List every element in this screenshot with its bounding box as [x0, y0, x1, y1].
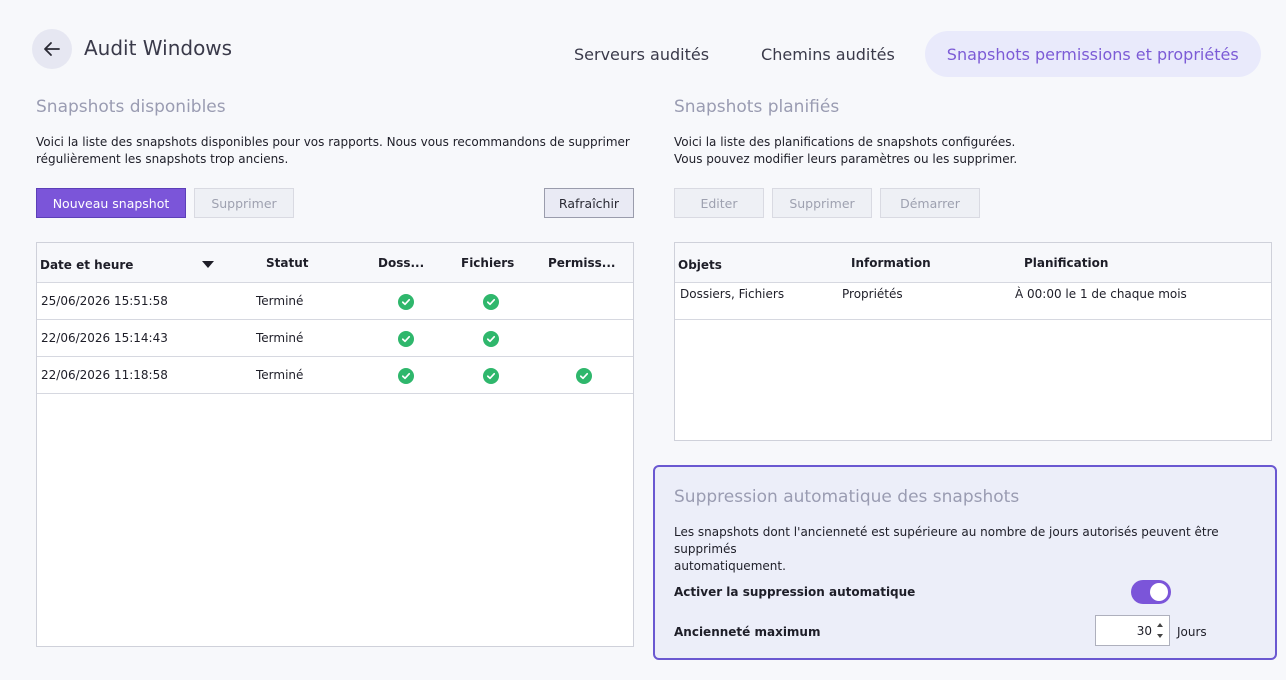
auto-delete-description: Les snapshots dont l'ancienneté est supé…	[674, 525, 1219, 573]
snapshots-description: Voici la liste des snapshots disponibles…	[36, 135, 630, 166]
max-age-stepper	[1095, 615, 1170, 646]
enable-auto-delete-label: Activer la suppression automatique	[674, 585, 916, 599]
column-status[interactable]: Statut	[266, 256, 309, 270]
table-row[interactable]: 22/06/2026 11:18:58 Terminé	[37, 357, 633, 394]
stepper-arrows	[1155, 616, 1169, 645]
start-schedule-button[interactable]: Démarrer	[880, 188, 980, 218]
auto-delete-title: Suppression automatique des snapshots	[674, 487, 1020, 507]
tab-audited-paths[interactable]: Chemins audités	[739, 31, 917, 77]
snapshots-title: Snapshots disponibles	[36, 97, 226, 117]
max-age-unit: Jours	[1177, 625, 1207, 639]
tab-bar: Serveurs audités Chemins audités Snapsho…	[552, 31, 1261, 77]
table-header: Date et heure Statut Doss... Fichiers Pe…	[37, 243, 633, 283]
edit-schedule-button[interactable]: Editer	[674, 188, 764, 218]
auto-delete-toggle[interactable]	[1131, 580, 1171, 604]
auto-delete-panel: Suppression automatique des snapshots Le…	[653, 465, 1277, 660]
check-circle-icon	[398, 368, 414, 384]
scheduled-description: Voici la liste des planifications de sna…	[674, 135, 1018, 166]
chevron-down-icon[interactable]	[1157, 634, 1163, 638]
check-circle-icon	[483, 331, 499, 347]
page-title: Audit Windows	[84, 36, 233, 60]
refresh-button[interactable]: Rafraîchir	[544, 188, 634, 218]
cell-schedule: À 00:00 le 1 de chaque mois	[1015, 287, 1187, 301]
table-row[interactable]: Dossiers, Fichiers Propriétés À 00:00 le…	[675, 283, 1271, 320]
cell-objects: Dossiers, Fichiers	[680, 287, 785, 301]
tab-snapshots[interactable]: Snapshots permissions et propriétés	[924, 31, 1261, 77]
cell-status: Terminé	[256, 331, 304, 345]
table-row[interactable]: 22/06/2026 15:14:43 Terminé	[37, 320, 633, 357]
column-information[interactable]: Information	[851, 256, 931, 270]
table-header: Objets Information Planification	[675, 243, 1271, 283]
check-circle-icon	[398, 294, 414, 310]
check-circle-icon	[483, 368, 499, 384]
chevron-up-icon[interactable]	[1157, 623, 1163, 627]
check-circle-icon	[576, 368, 592, 384]
toggle-knob	[1150, 583, 1168, 601]
max-age-label: Ancienneté maximum	[674, 625, 821, 639]
tab-audited-servers[interactable]: Serveurs audités	[552, 31, 731, 77]
snapshots-table: Date et heure Statut Doss... Fichiers Pe…	[36, 242, 634, 647]
arrow-left-icon	[44, 42, 60, 56]
snapshot-rows: 25/06/2026 15:51:58 Terminé 22/06/2026 15:…	[37, 283, 633, 394]
max-age-input[interactable]	[1096, 616, 1154, 645]
sort-descending-icon[interactable]	[202, 261, 214, 269]
cell-date: 22/06/2026 15:14:43	[41, 331, 168, 345]
delete-schedule-button[interactable]: Supprimer	[772, 188, 872, 218]
scheduled-table: Objets Information Planification Dossier…	[674, 242, 1272, 441]
cell-information: Propriétés	[842, 287, 903, 301]
delete-snapshot-button[interactable]: Supprimer	[194, 188, 294, 218]
cell-status: Terminé	[256, 294, 304, 308]
column-schedule[interactable]: Planification	[1024, 256, 1108, 270]
check-circle-icon	[398, 331, 414, 347]
column-files[interactable]: Fichiers	[461, 256, 514, 270]
back-button[interactable]	[32, 29, 72, 69]
column-permissions[interactable]: Permiss...	[548, 256, 615, 270]
column-objects[interactable]: Objets	[678, 258, 722, 272]
column-folders[interactable]: Doss...	[378, 256, 424, 270]
cell-date: 25/06/2026 15:51:58	[41, 294, 168, 308]
check-circle-icon	[483, 294, 499, 310]
table-row[interactable]: 25/06/2026 15:51:58 Terminé	[37, 283, 633, 320]
column-date[interactable]: Date et heure	[40, 258, 133, 272]
scheduled-title: Snapshots planifiés	[674, 97, 840, 117]
new-snapshot-button[interactable]: Nouveau snapshot	[36, 188, 186, 218]
cell-status: Terminé	[256, 368, 304, 382]
cell-date: 22/06/2026 11:18:58	[41, 368, 168, 382]
